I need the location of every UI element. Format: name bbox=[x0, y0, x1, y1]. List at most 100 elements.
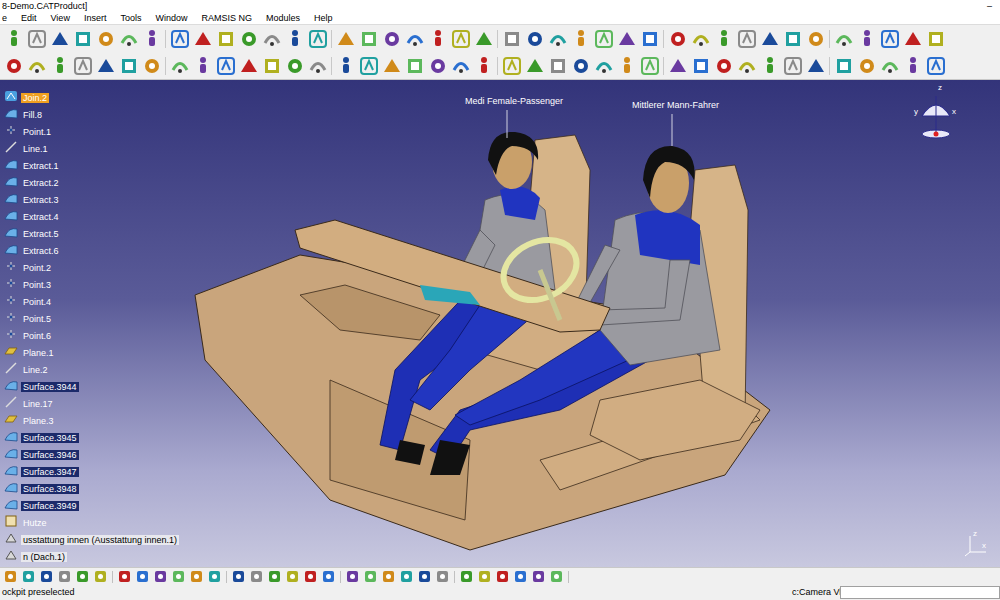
tool-button[interactable] bbox=[48, 55, 71, 77]
view-tool-button[interactable] bbox=[170, 569, 187, 585]
tool-button[interactable] bbox=[25, 28, 48, 50]
view-tool-icon[interactable] bbox=[363, 569, 378, 584]
tool-button[interactable] bbox=[2, 55, 25, 77]
car-interior-model[interactable] bbox=[0, 80, 1000, 567]
view-tool-button[interactable] bbox=[380, 569, 397, 585]
tool-icon[interactable] bbox=[879, 55, 901, 77]
tool-icon[interactable] bbox=[736, 28, 758, 50]
tool-icon[interactable] bbox=[805, 28, 827, 50]
tool-button[interactable] bbox=[569, 55, 592, 77]
tree-label[interactable]: Extract.1 bbox=[21, 161, 61, 171]
tool-icon[interactable] bbox=[450, 55, 472, 77]
tool-icon[interactable] bbox=[667, 55, 689, 77]
tree-item[interactable]: Point.6 bbox=[0, 325, 200, 342]
tool-icon[interactable] bbox=[925, 55, 947, 77]
tool-button[interactable] bbox=[260, 28, 283, 50]
view-tool-icon[interactable] bbox=[93, 569, 108, 584]
tree-label[interactable]: Point.2 bbox=[21, 263, 53, 273]
tool-icon[interactable] bbox=[72, 28, 94, 50]
compass[interactable]: zxy bbox=[912, 90, 960, 142]
tool-button[interactable] bbox=[237, 55, 260, 77]
view-tool-icon[interactable] bbox=[3, 569, 18, 584]
tool-button[interactable] bbox=[638, 28, 661, 50]
menu-item[interactable]: RAMSIS NG bbox=[201, 14, 252, 23]
tool-button[interactable] bbox=[168, 28, 191, 50]
view-tool-icon[interactable] bbox=[117, 569, 132, 584]
line-icon[interactable] bbox=[4, 395, 18, 409]
line-icon[interactable] bbox=[4, 361, 18, 375]
tree-item[interactable]: Hutze bbox=[0, 512, 200, 529]
view-tool-icon[interactable] bbox=[321, 569, 336, 584]
tool-icon[interactable] bbox=[141, 55, 163, 77]
tool-icon[interactable] bbox=[192, 55, 214, 77]
tool-icon[interactable] bbox=[925, 28, 947, 50]
tool-button[interactable] bbox=[689, 28, 712, 50]
view-tool-icon[interactable] bbox=[459, 569, 474, 584]
tree-label[interactable]: Hutze bbox=[21, 518, 49, 528]
tool-button[interactable] bbox=[403, 28, 426, 50]
tool-button[interactable] bbox=[666, 28, 689, 50]
tool-icon[interactable] bbox=[856, 28, 878, 50]
tool-icon[interactable] bbox=[759, 28, 781, 50]
tool-icon[interactable] bbox=[736, 55, 758, 77]
tool-button[interactable] bbox=[523, 55, 546, 77]
tool-icon[interactable] bbox=[238, 28, 260, 50]
tool-icon[interactable] bbox=[141, 28, 163, 50]
tool-button[interactable] bbox=[615, 28, 638, 50]
tool-button[interactable] bbox=[638, 55, 661, 77]
tool-icon[interactable] bbox=[713, 28, 735, 50]
view-tool-icon[interactable] bbox=[285, 569, 300, 584]
point-icon[interactable] bbox=[4, 293, 18, 307]
tree-item[interactable]: Extract.1 bbox=[0, 155, 200, 172]
menu-item[interactable]: Help bbox=[314, 14, 333, 23]
tree-item[interactable]: usstattung innen (Ausstattung innen.1) bbox=[0, 529, 200, 546]
tool-icon[interactable] bbox=[95, 28, 117, 50]
product-icon[interactable] bbox=[4, 548, 18, 562]
plane-icon[interactable] bbox=[4, 344, 18, 358]
tool-icon[interactable] bbox=[782, 55, 804, 77]
tree-label[interactable]: Plane.3 bbox=[21, 416, 56, 426]
tree-item[interactable]: Surface.3946 bbox=[0, 444, 200, 461]
surface-icon[interactable] bbox=[4, 106, 18, 120]
tool-button[interactable] bbox=[214, 55, 237, 77]
tool-button[interactable] bbox=[666, 55, 689, 77]
tool-icon[interactable] bbox=[381, 55, 403, 77]
view-tool-button[interactable] bbox=[398, 569, 415, 585]
tool-icon[interactable] bbox=[501, 55, 523, 77]
tool-icon[interactable] bbox=[759, 55, 781, 77]
tool-button[interactable] bbox=[500, 55, 523, 77]
tool-button[interactable] bbox=[592, 55, 615, 77]
view-tool-icon[interactable] bbox=[153, 569, 168, 584]
tool-button[interactable] bbox=[449, 55, 472, 77]
tool-icon[interactable] bbox=[856, 55, 878, 77]
tool-button[interactable] bbox=[71, 55, 94, 77]
tree-item[interactable]: Fill.8 bbox=[0, 104, 200, 121]
tool-button[interactable] bbox=[260, 55, 283, 77]
tool-button[interactable] bbox=[380, 55, 403, 77]
tool-button[interactable] bbox=[334, 28, 357, 50]
tree-label[interactable]: n (Dach.1) bbox=[21, 552, 67, 562]
tool-icon[interactable] bbox=[450, 28, 472, 50]
tool-icon[interactable] bbox=[335, 28, 357, 50]
plane-icon[interactable] bbox=[4, 412, 18, 426]
tool-icon[interactable] bbox=[358, 55, 380, 77]
tool-button[interactable] bbox=[878, 55, 901, 77]
tool-icon[interactable] bbox=[902, 55, 924, 77]
surface-icon[interactable] bbox=[4, 208, 18, 222]
tool-button[interactable] bbox=[117, 55, 140, 77]
tree-label[interactable]: Surface.3949 bbox=[21, 501, 79, 511]
tool-icon[interactable] bbox=[524, 28, 546, 50]
view-tool-icon[interactable] bbox=[381, 569, 396, 584]
tool-button[interactable] bbox=[140, 28, 163, 50]
tool-icon[interactable] bbox=[473, 55, 495, 77]
tree-item[interactable]: Extract.3 bbox=[0, 189, 200, 206]
menu-item[interactable]: Window bbox=[155, 14, 187, 23]
view-tool-icon[interactable] bbox=[267, 569, 282, 584]
tool-icon[interactable] bbox=[639, 28, 661, 50]
tool-icon[interactable] bbox=[358, 28, 380, 50]
tree-label[interactable]: Extract.2 bbox=[21, 178, 61, 188]
tool-icon[interactable] bbox=[3, 55, 25, 77]
tool-icon[interactable] bbox=[902, 28, 924, 50]
point-icon[interactable] bbox=[4, 310, 18, 324]
tree-label[interactable]: Point.6 bbox=[21, 331, 53, 341]
